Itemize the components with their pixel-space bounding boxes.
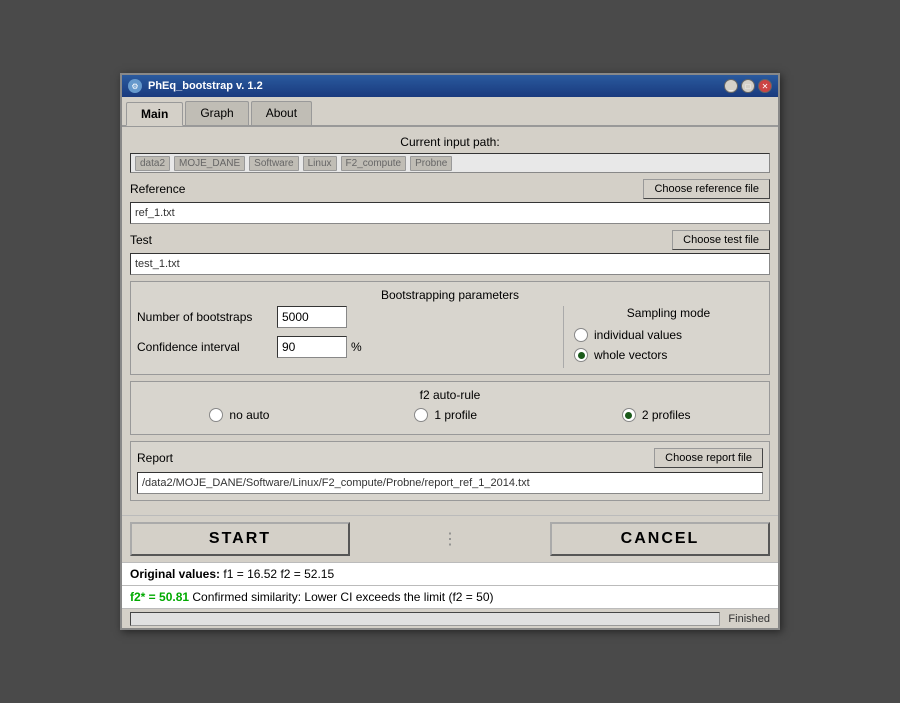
original-values-label: Original values: [130, 567, 220, 581]
f2-no-auto-radio[interactable] [209, 408, 223, 422]
f2-no-auto-label: no auto [229, 408, 269, 422]
f2-two-profiles-radio[interactable] [622, 408, 636, 422]
test-input[interactable] [130, 253, 770, 275]
sampling-individual-radio[interactable] [574, 328, 588, 342]
bootstrap-left: Number of bootstraps Confidence interval… [137, 306, 555, 368]
f2-separator-label: f2 = [280, 567, 304, 581]
path-seg-1: data2 [135, 156, 170, 171]
report-header: Report Choose report file [137, 448, 763, 468]
sampling-vectors-row: whole vectors [574, 348, 763, 362]
progress-label: 0% [417, 625, 433, 626]
app-icon: ⚙ [128, 79, 142, 93]
sampling-individual-row: individual values [574, 328, 763, 342]
path-seg-5: F2_compute [341, 156, 407, 171]
choose-test-button[interactable]: Choose test file [672, 230, 770, 250]
f2-one-profile-radio[interactable] [414, 408, 428, 422]
report-input[interactable] [137, 472, 763, 494]
sampling-vectors-radio[interactable] [574, 348, 588, 362]
title-bar-left: ⚙ PhEq_bootstrap v. 1.2 [128, 79, 263, 93]
status-bar-2: f2* = 50.81 Confirmed similarity: Lower … [122, 585, 778, 608]
bottom-bar: START ⋮ CANCEL [122, 515, 778, 562]
confidence-unit: % [351, 340, 362, 354]
path-seg-3: Software [249, 156, 298, 171]
path-seg-2: MOJE_DANE [174, 156, 245, 171]
choose-report-button[interactable]: Choose report file [654, 448, 763, 468]
main-window: ⚙ PhEq_bootstrap v. 1.2 _ □ ✕ Main Graph… [120, 73, 780, 630]
reference-input[interactable] [130, 202, 770, 224]
start-button[interactable]: START [130, 522, 350, 556]
close-button[interactable]: ✕ [758, 79, 772, 93]
sampling-vectors-label: whole vectors [594, 348, 667, 362]
sampling-individual-label: individual values [594, 328, 682, 342]
input-path-row: Current input path: data2 MOJE_DANE Soft… [130, 135, 770, 173]
choose-reference-button[interactable]: Choose reference file [643, 179, 770, 199]
window-title: PhEq_bootstrap v. 1.2 [148, 80, 263, 92]
path-seg-6: Probne [410, 156, 452, 171]
f2-one-profile-row: 1 profile [414, 408, 477, 422]
f2-two-profiles-label: 2 profiles [642, 408, 691, 422]
f2-options: no auto 1 profile 2 profiles [137, 408, 763, 428]
confidence-input[interactable] [277, 336, 347, 358]
progress-bar-track: 0% [130, 612, 720, 626]
report-title: Report [137, 451, 173, 465]
reference-label: Reference [130, 182, 185, 196]
progress-separator: ⋮ [354, 529, 546, 549]
path-segments: data2 MOJE_DANE Software Linux F2_comput… [135, 156, 452, 171]
test-row: Test Choose test file [130, 230, 770, 275]
input-path-label: Current input path: [130, 135, 770, 149]
bootstrap-right: Sampling mode individual values whole ve… [563, 306, 763, 368]
path-seg-4: Linux [303, 156, 337, 171]
tab-graph[interactable]: Graph [185, 101, 248, 125]
reference-row: Reference Choose reference file [130, 179, 770, 224]
num-bootstraps-input[interactable] [277, 306, 347, 328]
f2-one-profile-label: 1 profile [434, 408, 477, 422]
input-path-field: data2 MOJE_DANE Software Linux F2_comput… [130, 153, 770, 173]
f2-value: 52.15 [304, 567, 334, 581]
maximize-button[interactable]: □ [741, 79, 755, 93]
report-box: Report Choose report file [130, 441, 770, 501]
sampling-title: Sampling mode [574, 306, 763, 320]
bootstrapping-inner: Number of bootstraps Confidence interval… [137, 306, 763, 368]
bootstrapping-title: Bootstrapping parameters [137, 288, 763, 302]
f2-auto-rule-box: f2 auto-rule no auto 1 profile 2 profile… [130, 381, 770, 435]
confidence-label: Confidence interval [137, 340, 277, 354]
progress-bar-container: 0% Finished [122, 608, 778, 628]
confidence-row: Confidence interval % [137, 336, 555, 358]
minimize-button[interactable]: _ [724, 79, 738, 93]
tab-about[interactable]: About [251, 101, 312, 125]
test-label-row: Test Choose test file [130, 230, 770, 250]
num-bootstraps-label: Number of bootstraps [137, 310, 277, 324]
f2-no-auto-row: no auto [209, 408, 269, 422]
title-bar: ⚙ PhEq_bootstrap v. 1.2 _ □ ✕ [122, 75, 778, 97]
f2-star-label: f2* = [130, 590, 159, 604]
test-label: Test [130, 233, 152, 247]
f1-value: 16.52 [247, 567, 277, 581]
main-content: Current input path: data2 MOJE_DANE Soft… [122, 127, 778, 515]
num-bootstraps-row: Number of bootstraps [137, 306, 555, 328]
f2-two-profiles-row: 2 profiles [622, 408, 691, 422]
tab-bar: Main Graph About [122, 97, 778, 127]
f1-label: f1 = [223, 567, 247, 581]
f2-auto-rule-title: f2 auto-rule [137, 388, 763, 402]
reference-label-row: Reference Choose reference file [130, 179, 770, 199]
f2-star-value: 50.81 [159, 590, 189, 604]
bootstrapping-box: Bootstrapping parameters Number of boots… [130, 281, 770, 375]
finished-label: Finished [728, 613, 770, 625]
cancel-button[interactable]: CANCEL [550, 522, 770, 556]
tab-main[interactable]: Main [126, 102, 183, 126]
similarity-message: Confirmed similarity: Lower CI exceeds t… [192, 590, 493, 604]
status-bar-1: Original values: f1 = 16.52 f2 = 52.15 [122, 562, 778, 585]
title-controls: _ □ ✕ [724, 79, 772, 93]
